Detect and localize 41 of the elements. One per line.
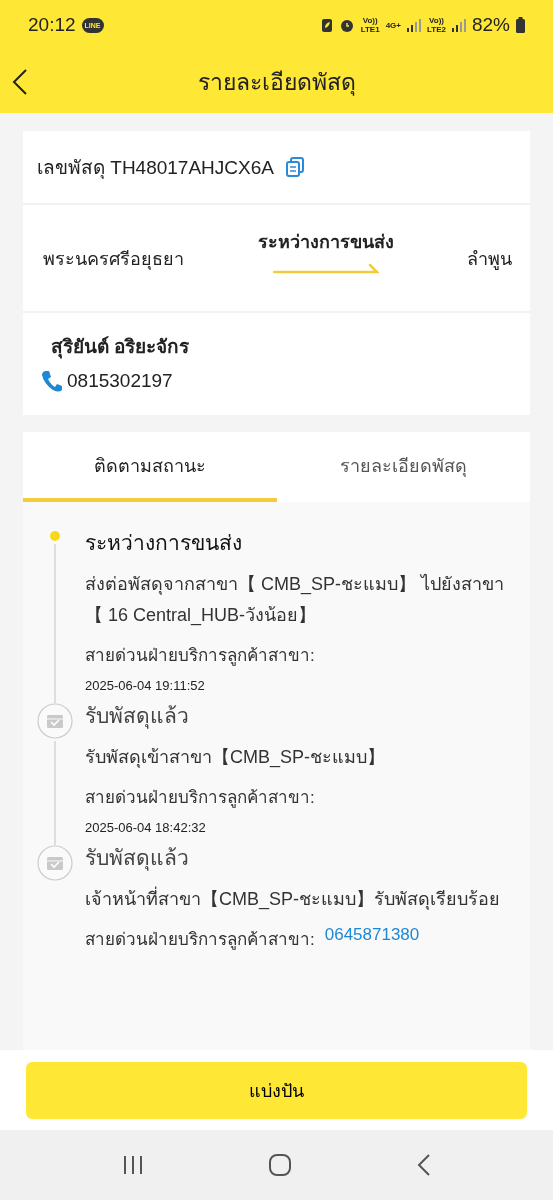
origin-city: พระนครศรีอยุธยา: [43, 247, 184, 272]
event-time: 2025-06-04 19:11:52: [85, 678, 206, 693]
network-label: Vo)) LTE2: [427, 16, 446, 34]
event-title: รับพัสดุแล้ว: [85, 845, 190, 873]
alarm-clock-icon: [338, 17, 355, 33]
battery-percent: 82%: [471, 14, 510, 36]
recipient-phone: 0815302197: [67, 370, 173, 392]
destination-city: ลำพูน: [467, 247, 512, 272]
event-detail: รับพัสดุเข้าสาขา【CMB_SP-ชะแมบ】: [85, 746, 386, 770]
phone-icon: [41, 369, 63, 393]
recipient-name: สุริยันต์ อริยะจักร: [50, 335, 191, 361]
hotline-label: สายด่วนฝ่ายบริการลูกค้าสาขา:: [85, 787, 315, 810]
share-button[interactable]: แบ่งปัน: [26, 1061, 527, 1119]
tab[interactable]: ติดตามสถานะ: [23, 432, 277, 502]
box-check-icon: [37, 703, 73, 739]
event-detail: ส่งต่อพัสดุจากสาขา【 CMB_SP-ชะแมบ】 ไปยังสาขา【 16 Central_HUB-วังน้อย】: [85, 573, 506, 628]
back-icon[interactable]: [416, 1153, 431, 1177]
hotline-label: สายด่วนฝ่ายบริการลูกค้าสาขา:: [85, 929, 315, 952]
hotline-label: สายด่วนฝ่ายบริการลูกค้าสาขา:: [85, 645, 315, 668]
hotline-phone-link[interactable]: 0645871380: [324, 925, 420, 952]
battery-saver-icon: [320, 17, 333, 33]
tab[interactable]: รายละเอียดพัสดุ: [276, 432, 530, 502]
signal-icon: [451, 18, 466, 32]
data-type-label: 4G+: [385, 20, 401, 30]
shipping-status: ระหว่างการขนส่ง: [257, 230, 394, 254]
home-icon[interactable]: [268, 1153, 293, 1177]
tracking-number: เลขพัสดุ TH48017AHJCX6A: [37, 156, 274, 181]
page-title: รายละเอียดพัสดุ: [196, 67, 357, 98]
event-title: ระหว่างการขนส่ง: [85, 530, 243, 556]
recent-apps-icon[interactable]: [122, 1155, 145, 1175]
event-detail: เจ้าหน้าที่สาขา【CMB_SP-ชะแมบ】รับพัสดุเรียบร้อย: [85, 884, 514, 915]
status-time: 20:12: [28, 14, 76, 36]
network-label: Vo)) LTE1: [360, 16, 380, 34]
copy-icon[interactable]: [285, 157, 304, 177]
signal-icon: [407, 18, 421, 32]
event-time: 2025-06-04 18:42:32: [85, 820, 207, 835]
box-check-icon: [37, 845, 73, 881]
battery-icon: [516, 17, 525, 33]
status-dot-icon: [49, 530, 61, 542]
event-title: รับพัสดุแล้ว: [85, 703, 190, 731]
back-icon: [12, 67, 28, 96]
